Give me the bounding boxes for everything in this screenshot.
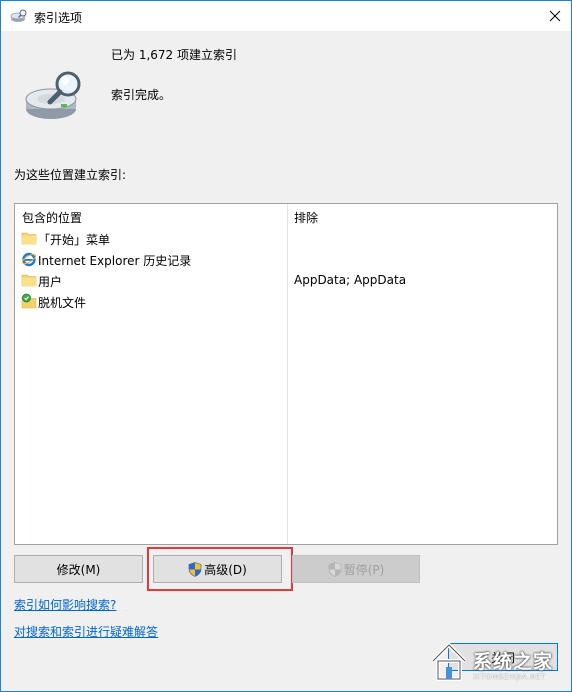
watermark-text: 系统之家 xyxy=(473,651,554,673)
troubleshoot-search-link[interactable]: 对搜索和索引进行疑难解答 xyxy=(14,623,158,640)
folder-icon xyxy=(21,274,37,287)
location-name: 脱机文件 xyxy=(38,296,87,310)
indexed-locations-list[interactable]: 包含的位置 排除 「开始」菜单 Internet Explorer 历史记录 用… xyxy=(14,203,558,545)
window-title: 索引选项 xyxy=(34,11,83,25)
internet-explorer-icon xyxy=(21,252,37,267)
how-indexing-affects-search-link[interactable]: 索引如何影响搜索? xyxy=(14,596,116,613)
location-name: 用户 xyxy=(38,275,63,289)
location-row-offline-files[interactable]: 脱机文件 xyxy=(15,291,557,312)
modify-button[interactable]: 修改(M) xyxy=(14,555,143,583)
window-close-button[interactable] xyxy=(539,1,571,31)
offline-files-icon xyxy=(21,293,37,309)
location-exclusions: AppData; AppData xyxy=(294,273,407,287)
uac-shield-icon xyxy=(188,561,202,577)
location-name: Internet Explorer 历史记录 xyxy=(38,254,192,268)
locations-section-label: 为这些位置建立索引: xyxy=(14,168,127,182)
pause-button-label: 暂停(P) xyxy=(343,562,385,577)
folder-icon xyxy=(21,232,37,245)
indexed-count-text: 已为 1,672 项建立索引 xyxy=(111,48,237,62)
pause-button[interactable]: 暂停(P) xyxy=(292,555,420,583)
uac-shield-icon xyxy=(328,561,341,577)
drive-search-icon xyxy=(25,71,81,119)
watermark-subtext: XITONGZHIJIA.NET xyxy=(473,673,546,681)
column-header-excluded[interactable]: 排除 xyxy=(294,209,318,226)
house-logo-icon xyxy=(431,642,467,681)
location-row-users[interactable]: 用户 AppData; AppData xyxy=(15,270,557,291)
indexing-options-icon xyxy=(10,9,27,22)
location-name: 「开始」菜单 xyxy=(38,233,111,247)
location-row-ie-history[interactable]: Internet Explorer 历史记录 xyxy=(15,249,557,270)
location-row-start-menu[interactable]: 「开始」菜单 xyxy=(15,228,557,249)
indexing-options-window: 索引选项 已为 1,672 项建立索引 索引完成。 为这些位置建立索引: 包含的… xyxy=(0,0,572,692)
advanced-button-label: 高级(D) xyxy=(204,562,247,577)
indexing-status-text: 索引完成。 xyxy=(111,88,172,102)
title-bar: 索引选项 xyxy=(1,1,571,31)
column-header-included[interactable]: 包含的位置 xyxy=(22,209,82,226)
close-icon xyxy=(549,10,561,22)
site-watermark: 系统之家 XITONGZHIJIA.NET xyxy=(429,637,569,689)
advanced-button[interactable]: 高级(D) xyxy=(153,555,282,583)
